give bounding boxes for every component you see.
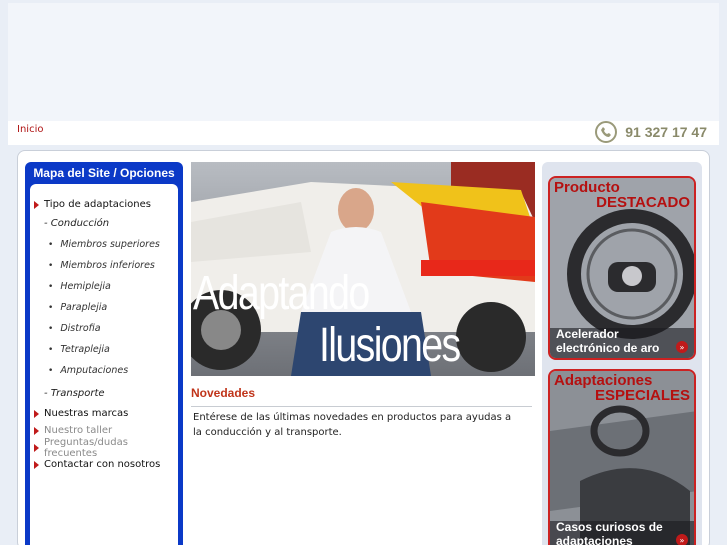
- arrow-right-icon: [34, 200, 39, 209]
- nav-amputaciones[interactable]: • Amputaciones: [30, 360, 178, 381]
- phone-icon: [595, 121, 618, 143]
- nav-conduccion[interactable]: - Conducción: [30, 213, 178, 234]
- promo2-heading: Adaptaciones: [554, 372, 653, 389]
- nav-nuestras-marcas[interactable]: Nuestras marcas: [30, 405, 178, 422]
- bullet-icon: •: [48, 302, 54, 313]
- promo1-heading: Producto: [554, 179, 620, 196]
- nav-contactar[interactable]: Contactar con nosotros: [30, 456, 178, 473]
- right-column: Producto DESTACADO Acelerador electrónic…: [542, 162, 702, 545]
- nav-tipo-adaptaciones[interactable]: Tipo de adaptaciones: [30, 196, 178, 213]
- promo-producto-destacado[interactable]: Producto DESTACADO Acelerador electrónic…: [548, 176, 696, 360]
- arrow-forward-icon[interactable]: »: [676, 534, 688, 545]
- nav-label: Amputaciones: [60, 365, 129, 376]
- promo1-caption: Acelerador electrónico de aro: [556, 327, 660, 355]
- news-body: Entérese de las últimas novedades en pro…: [193, 412, 512, 438]
- sidebar-menu: Tipo de adaptaciones - Conducción • Miemb…: [30, 184, 178, 545]
- nav-tetraplejia[interactable]: • Tetraplejia: [30, 339, 178, 360]
- nav-label: Miembros inferiores: [60, 260, 155, 271]
- nav-label: Hemiplejia: [60, 281, 111, 292]
- nav-preguntas[interactable]: Preguntas/dudas frecuentes: [30, 436, 178, 459]
- sidebar: Mapa del Site / Opciones Tipo de adaptac…: [25, 162, 183, 545]
- nav-label: Miembros superiores: [60, 239, 160, 250]
- bullet-icon: •: [48, 281, 54, 292]
- promo2-subheading: ESPECIALES: [594, 387, 690, 404]
- arrow-right-icon: [34, 460, 39, 469]
- promo2-caption: Casos curiosos de adaptaciones: [556, 520, 663, 545]
- nav-label: Nuestras marcas: [44, 408, 129, 419]
- hero-title-line1: Adaptando: [193, 267, 370, 320]
- nav-label: Tetraplejia: [60, 344, 110, 355]
- phone-contact: 91 327 17 47: [595, 121, 707, 143]
- nav-label: Distrofia: [60, 323, 101, 334]
- nav-distrofia[interactable]: • Distrofia: [30, 318, 178, 339]
- arrow-right-icon: [34, 426, 39, 435]
- promo-adaptaciones-especiales[interactable]: Adaptaciones ESPECIALES Casos curiosos d…: [548, 369, 696, 545]
- bullet-icon: •: [48, 239, 54, 250]
- nav-label: Nuestro taller: [44, 425, 113, 436]
- sidebar-title: Mapa del Site / Opciones: [33, 166, 175, 180]
- nav-label: Tipo de adaptaciones: [44, 199, 151, 210]
- phone-number: 91 327 17 47: [625, 124, 707, 140]
- breadcrumb-home-link[interactable]: Inicio: [17, 124, 43, 135]
- nav-hemiplejia[interactable]: • Hemiplejia: [30, 276, 178, 297]
- page: Inicio 91 327 17 47 Mapa del Site / Opci…: [0, 0, 727, 545]
- hero-title-line2: Ilusiones: [319, 319, 461, 372]
- bullet-icon: •: [48, 344, 54, 355]
- bullet-icon: •: [48, 323, 54, 334]
- news-divider: [191, 406, 532, 407]
- hero-banner: Adaptando Ilusiones: [191, 162, 535, 376]
- nav-paraplejia[interactable]: • Paraplejia: [30, 297, 178, 318]
- news-title: Novedades: [191, 386, 256, 400]
- arrow-right-icon: [34, 443, 39, 452]
- nav-transporte[interactable]: - Transporte: [30, 381, 178, 405]
- bullet-icon: •: [48, 260, 54, 271]
- promo1-subheading: DESTACADO: [596, 194, 690, 211]
- nav-label: Paraplejia: [60, 302, 108, 313]
- header-banner: [8, 3, 719, 121]
- nav-label: Contactar con nosotros: [44, 459, 161, 470]
- arrow-forward-icon[interactable]: »: [676, 341, 688, 353]
- bullet-icon: •: [48, 365, 54, 376]
- nav-miembros-superiores[interactable]: • Miembros superiores: [30, 234, 178, 255]
- arrow-right-icon: [34, 409, 39, 418]
- nav-miembros-inferiores[interactable]: • Miembros inferiores: [30, 255, 178, 276]
- nav-label: Preguntas/dudas frecuentes: [44, 436, 128, 459]
